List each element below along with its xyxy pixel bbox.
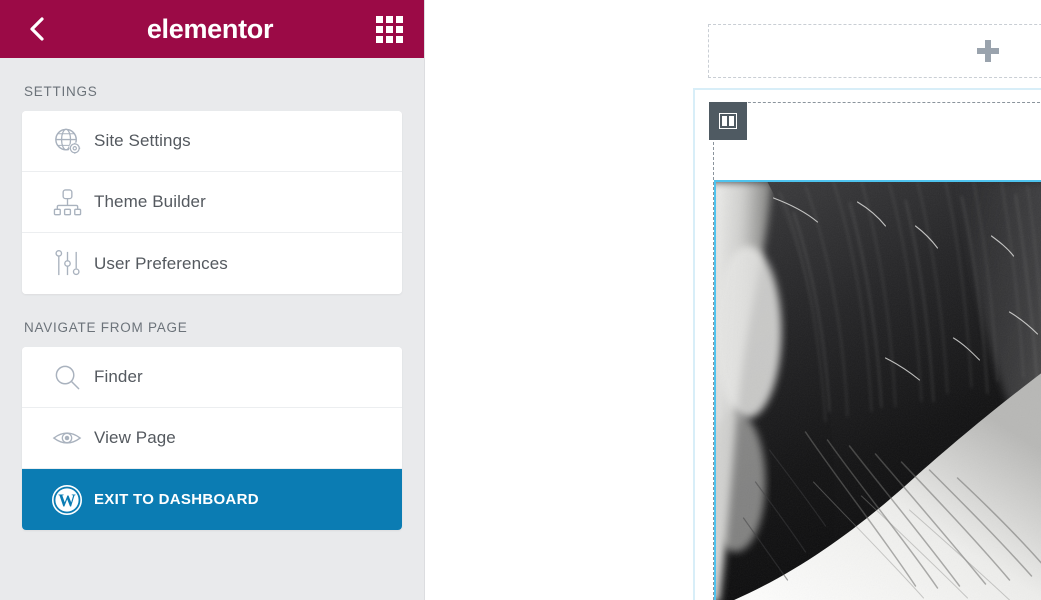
- add-new-section-button[interactable]: [708, 24, 1041, 78]
- two-column-icon: [719, 113, 737, 129]
- section-label-navigate: NAVIGATE FROM PAGE: [24, 320, 188, 335]
- navigate-menu-card: Finder View Page W EXIT TO DASHBOARD: [22, 347, 402, 530]
- sidebar-item-site-settings[interactable]: Site Settings: [22, 111, 402, 172]
- globe-gear-icon: [40, 126, 94, 157]
- sidebar-item-label: Site Settings: [94, 131, 191, 150]
- sidebar-item-theme-builder[interactable]: Theme Builder: [22, 172, 402, 233]
- editor-panel: elementor SETTINGS Site Settings Theme B…: [0, 0, 425, 600]
- svg-text:W: W: [58, 490, 76, 510]
- sidebar-item-label: Theme Builder: [94, 192, 206, 211]
- apps-grid-icon: [375, 15, 403, 43]
- chevron-left-icon: [30, 17, 44, 41]
- section-label-settings: SETTINGS: [24, 84, 98, 99]
- image-widget[interactable]: [714, 180, 1041, 600]
- settings-menu-card: Site Settings Theme Builder User Prefere…: [22, 111, 402, 294]
- horse-photo: [716, 182, 1041, 600]
- section-container[interactable]: [693, 88, 1041, 600]
- sitemap-icon: [40, 188, 94, 217]
- elementor-logo: elementor: [146, 13, 274, 44]
- sidebar-item-label: View Page: [94, 428, 176, 447]
- panel-header: elementor: [0, 0, 424, 58]
- eye-icon: [40, 426, 94, 450]
- search-icon: [40, 363, 94, 392]
- photo-artwork: [716, 182, 1041, 600]
- sidebar-item-finder[interactable]: Finder: [22, 347, 402, 408]
- preview-canvas: [425, 0, 1041, 600]
- sidebar-item-label: User Preferences: [94, 253, 228, 273]
- sidebar-item-label: Finder: [94, 367, 143, 386]
- panel-body: SETTINGS Site Settings Theme Builder Use…: [0, 58, 424, 600]
- sidebar-item-label: EXIT TO DASHBOARD: [94, 491, 259, 508]
- sidebar-item-view-page[interactable]: View Page: [22, 408, 402, 469]
- sliders-icon: [40, 249, 94, 278]
- sidebar-item-user-preferences[interactable]: User Preferences: [22, 233, 402, 294]
- apps-grid-button[interactable]: [372, 12, 406, 46]
- column-handle-button[interactable]: [709, 102, 747, 140]
- elementor-editor: elementor SETTINGS Site Settings Theme B…: [0, 0, 1041, 600]
- wordpress-icon: W: [40, 484, 94, 516]
- sidebar-item-exit-to-dashboard[interactable]: W EXIT TO DASHBOARD: [22, 469, 402, 530]
- plus-icon: [977, 40, 999, 62]
